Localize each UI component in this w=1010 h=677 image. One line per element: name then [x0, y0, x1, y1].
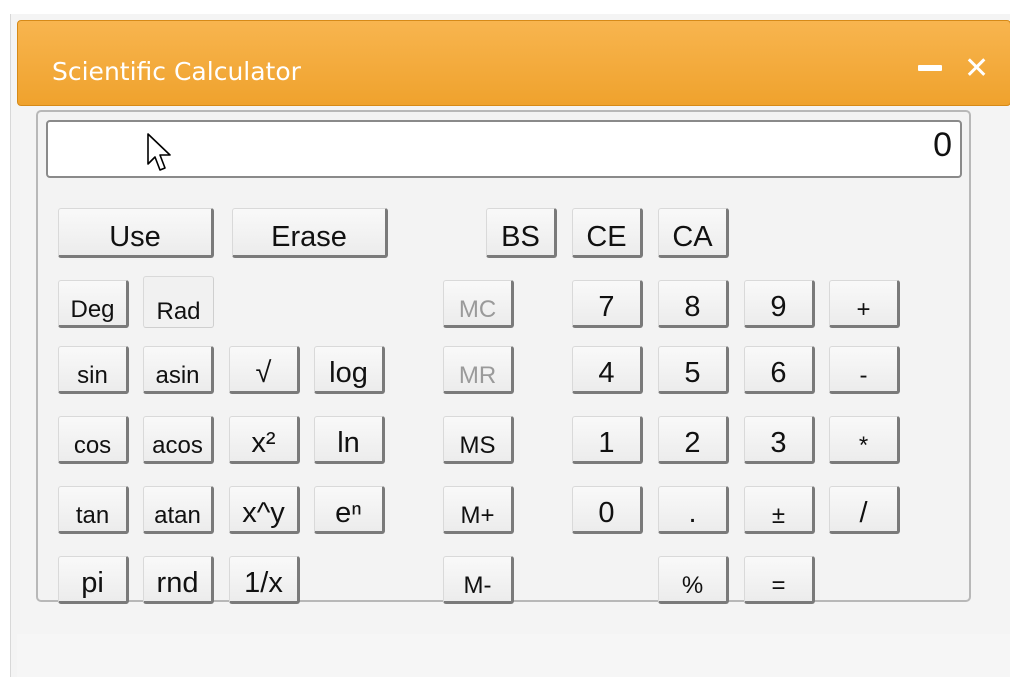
multiply-button[interactable]: * — [829, 416, 900, 464]
atan-button[interactable]: atan — [143, 486, 214, 534]
log-button[interactable]: log — [314, 346, 385, 394]
digit-8-button[interactable]: 8 — [658, 280, 729, 328]
tan-button[interactable]: tan — [58, 486, 129, 534]
exp-button[interactable]: eⁿ — [314, 486, 385, 534]
asin-button[interactable]: asin — [143, 346, 214, 394]
random-button[interactable]: rnd — [143, 556, 214, 604]
power-button[interactable]: x^y — [229, 486, 300, 534]
clear-all-button[interactable]: CA — [658, 208, 729, 258]
digit-9-button[interactable]: 9 — [744, 280, 815, 328]
percent-button[interactable]: % — [658, 556, 729, 604]
digit-3-button[interactable]: 3 — [744, 416, 815, 464]
digit-1-button[interactable]: 1 — [572, 416, 643, 464]
clear-entry-button[interactable]: CE — [572, 208, 643, 258]
sin-button[interactable]: sin — [58, 346, 129, 394]
pi-button[interactable]: pi — [58, 556, 129, 604]
ln-button[interactable]: ln — [314, 416, 385, 464]
acos-button[interactable]: acos — [143, 416, 214, 464]
window-title: Scientific Calculator — [52, 57, 301, 86]
digit-2-button[interactable]: 2 — [658, 416, 729, 464]
digit-5-button[interactable]: 5 — [658, 346, 729, 394]
close-icon[interactable]: ✕ — [964, 51, 989, 87]
window-footer — [17, 634, 1010, 677]
memory-subtract-button[interactable]: M- — [443, 556, 514, 604]
sqrt-button[interactable]: √ — [229, 346, 300, 394]
minimize-icon[interactable] — [918, 65, 942, 71]
digit-4-button[interactable]: 4 — [572, 346, 643, 394]
mouse-pointer-icon — [147, 133, 171, 171]
degrees-button[interactable]: Deg — [58, 280, 129, 328]
sign-toggle-button[interactable]: ± — [744, 486, 815, 534]
cos-button[interactable]: cos — [58, 416, 129, 464]
equals-button[interactable]: = — [744, 556, 815, 604]
use-button[interactable]: Use — [58, 208, 214, 258]
memory-clear-button[interactable]: MC — [443, 280, 514, 328]
memory-store-button[interactable]: MS — [443, 416, 514, 464]
reciprocal-button[interactable]: 1/x — [229, 556, 300, 604]
calculator-display[interactable]: 0 — [46, 120, 962, 178]
title-bar[interactable]: Scientific Calculator ✕ — [17, 20, 1010, 106]
decimal-button[interactable]: . — [658, 486, 729, 534]
display-value: 0 — [933, 126, 952, 164]
digit-6-button[interactable]: 6 — [744, 346, 815, 394]
digit-0-button[interactable]: 0 — [572, 486, 643, 534]
backspace-button[interactable]: BS — [486, 208, 557, 258]
memory-recall-button[interactable]: MR — [443, 346, 514, 394]
add-button[interactable]: + — [829, 280, 900, 328]
subtract-button[interactable]: - — [829, 346, 900, 394]
memory-add-button[interactable]: M+ — [443, 486, 514, 534]
erase-button[interactable]: Erase — [232, 208, 388, 258]
square-button[interactable]: x² — [229, 416, 300, 464]
divide-button[interactable]: / — [829, 486, 900, 534]
radians-button[interactable]: Rad — [143, 276, 214, 328]
digit-7-button[interactable]: 7 — [572, 280, 643, 328]
